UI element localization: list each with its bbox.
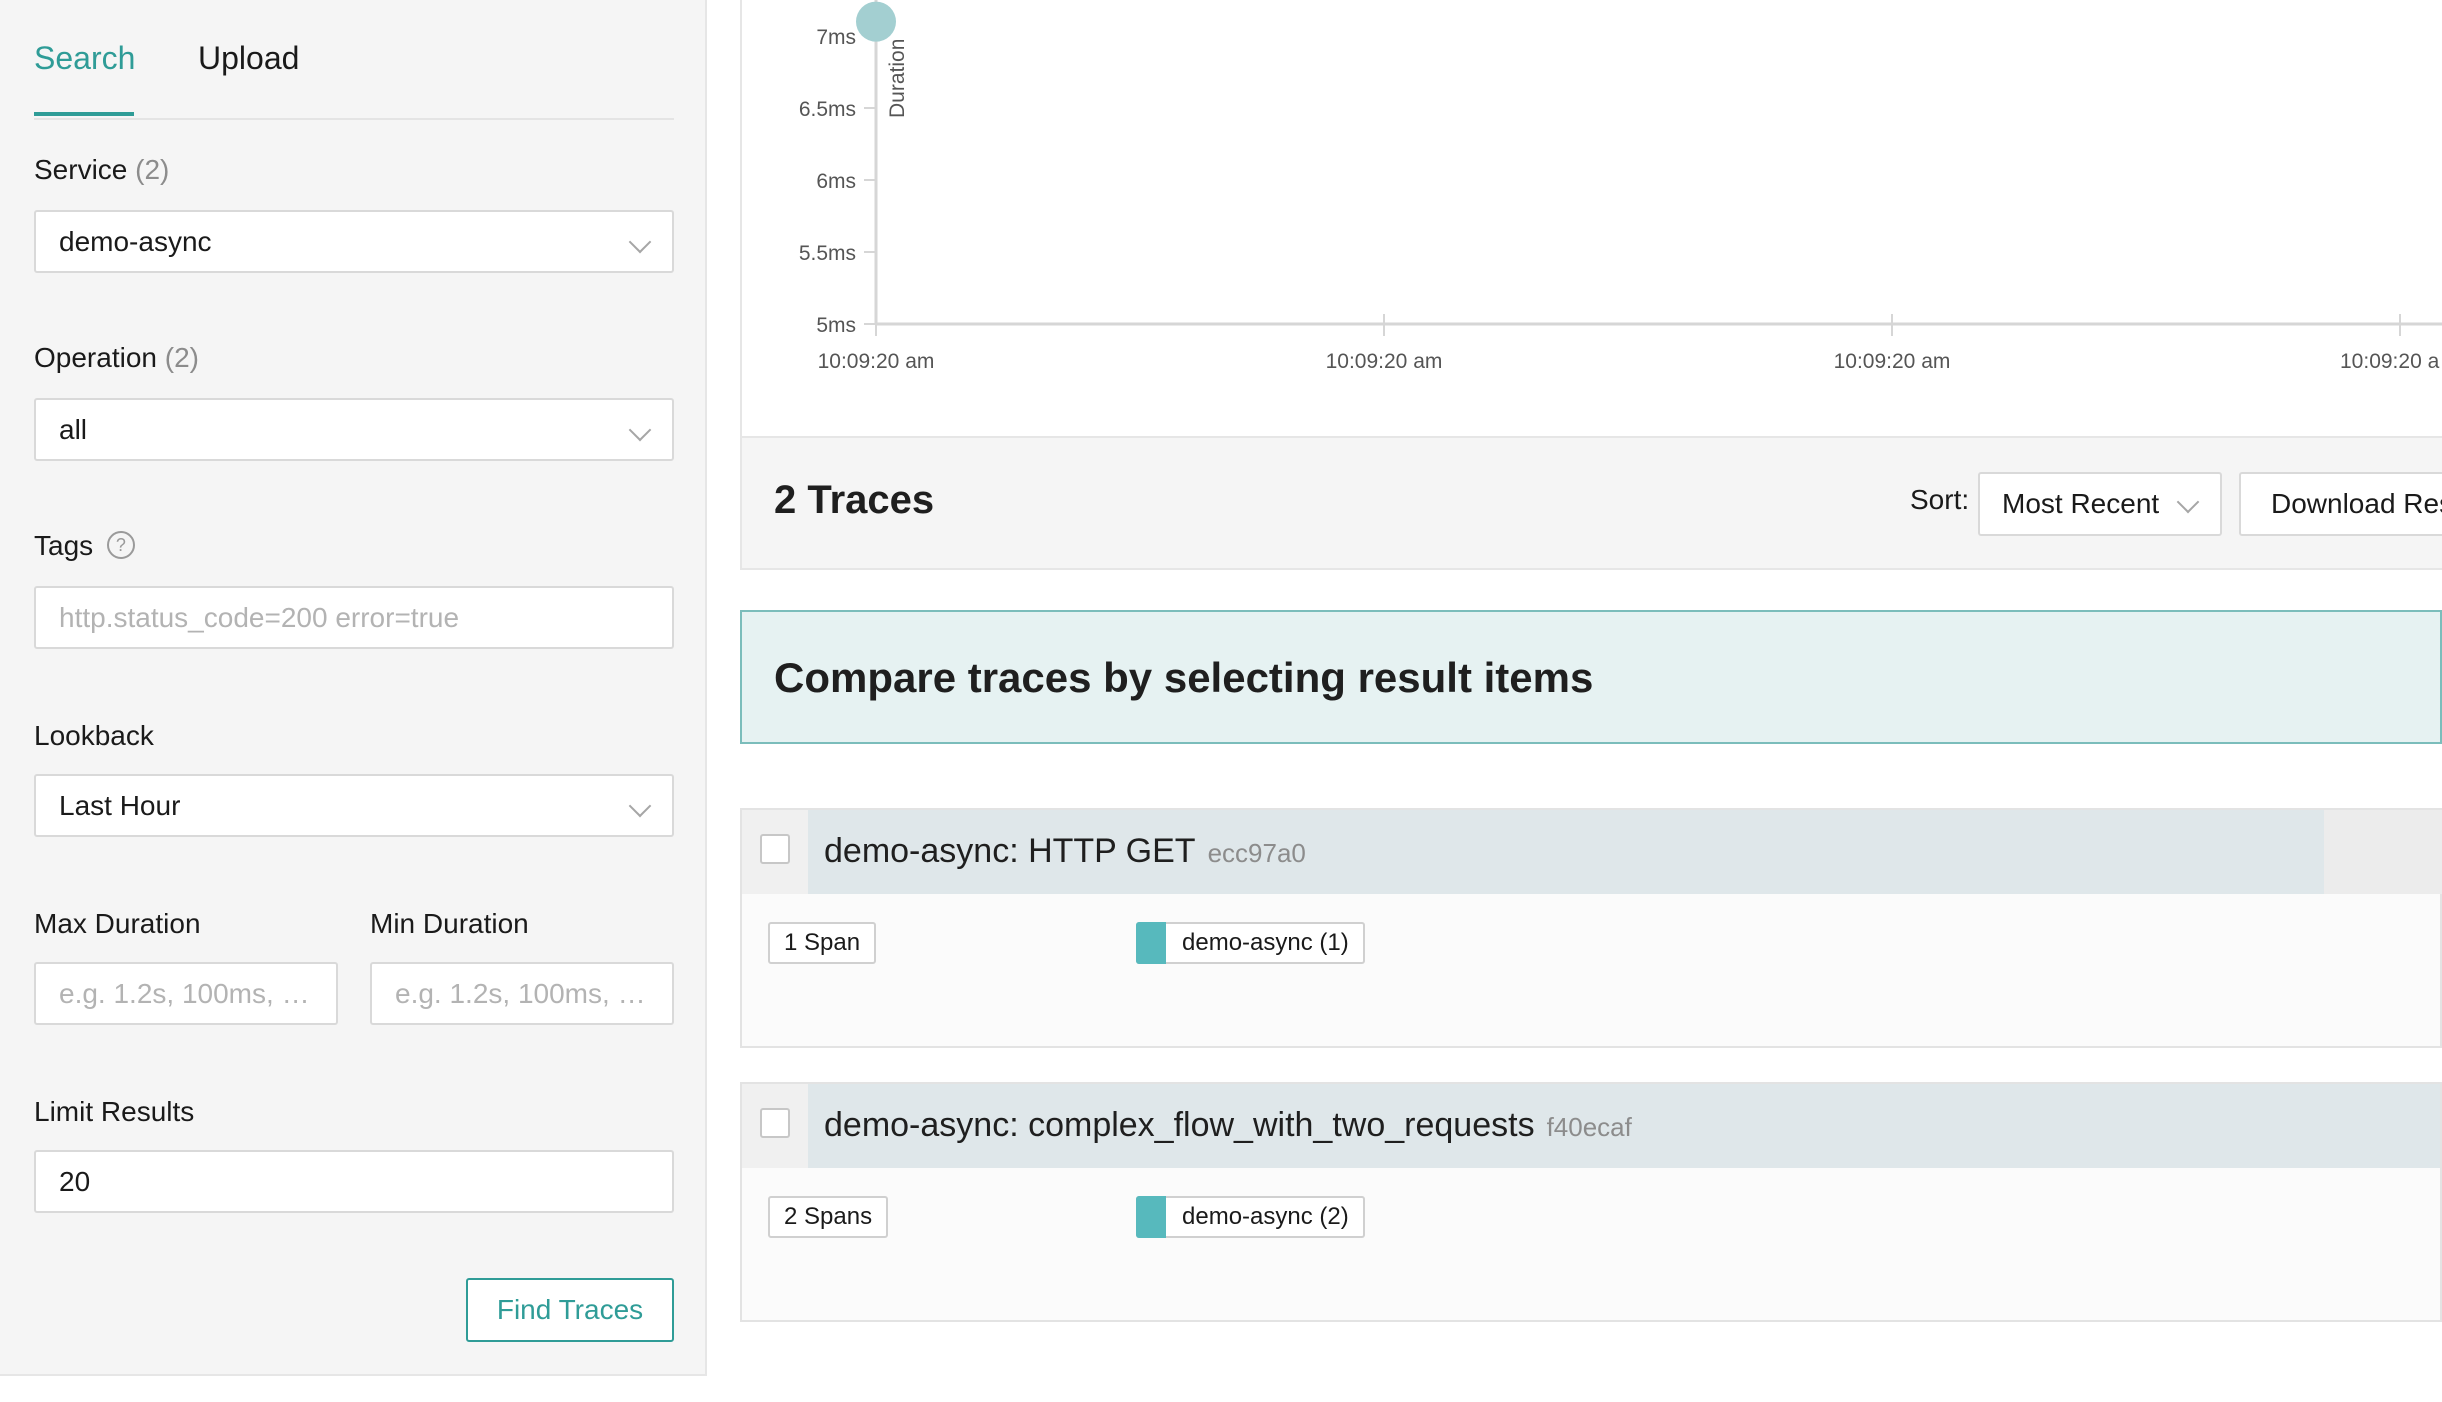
trace-id: ecc97a0: [1207, 838, 1306, 868]
service-select[interactable]: demo-async: [34, 210, 674, 273]
service-badge-text: demo-async (1): [1182, 929, 1349, 956]
trace-title[interactable]: demo-async: HTTP GET ecc97a0: [824, 832, 1306, 871]
chevron-down-icon: [2176, 490, 2200, 514]
min-duration-label: Min Duration: [370, 908, 529, 939]
operation-label-text: Operation: [34, 342, 157, 373]
service-badge-text: demo-async (2): [1182, 1203, 1349, 1230]
y-axis-label: Duration: [886, 39, 909, 118]
tags-label: Tags ?: [34, 530, 135, 562]
data-points: [856, 1, 896, 42]
x-tick-label: 10:09:20 a: [2340, 350, 2440, 373]
limit-results-label: Limit Results: [34, 1096, 195, 1127]
x-tick-label: 10:09:20 am: [1326, 350, 1443, 373]
service-color-swatch: [1136, 1196, 1166, 1238]
min-duration-placeholder: e.g. 1.2s, 100ms, …: [395, 978, 646, 1009]
duration-scatter-chart: 5ms 5.5ms 6ms 6.5ms 7ms 10:09:20 am 10:09:20 …: [740, 0, 2442, 438]
tab-upload[interactable]: Upload: [198, 40, 299, 77]
chevron-down-icon: [628, 794, 652, 818]
tags-label-text: Tags: [34, 530, 94, 561]
service-color-swatch: [1136, 922, 1166, 964]
min-duration-input[interactable]: e.g. 1.2s, 100ms, …: [370, 962, 674, 1025]
trace-checkbox-cell: [742, 810, 808, 894]
scatter-plot-svg: 5ms 5.5ms 6ms 6.5ms 7ms 10:09:20 am 10:09:20 …: [799, 0, 2442, 373]
limit-results-input[interactable]: 20: [34, 1150, 674, 1213]
sort-select-value: Most Recent: [2002, 488, 2160, 519]
max-duration-placeholder: e.g. 1.2s, 100ms, …: [59, 978, 310, 1009]
search-tabs: Search Upload: [34, 0, 674, 120]
find-traces-button[interactable]: Find Traces: [466, 1278, 674, 1342]
trace-result-item: demo-async: HTTP GET ecc97a0 1 Span demo-…: [740, 808, 2442, 1048]
operation-select[interactable]: all: [34, 398, 674, 461]
trace-header[interactable]: demo-async: complex_flow_with_two_reques…: [742, 1084, 2440, 1168]
y-ticks: 5ms 5.5ms 6ms 6.5ms 7ms: [799, 26, 876, 337]
tags-input-placeholder: http.status_code=200 error=true: [59, 602, 460, 633]
service-select-value: demo-async: [59, 226, 212, 257]
y-tick-label: 6.5ms: [799, 98, 856, 121]
trace-header[interactable]: demo-async: HTTP GET ecc97a0: [742, 810, 2442, 894]
operation-label: Operation (2): [34, 342, 199, 374]
operation-select-value: all: [59, 414, 88, 445]
compare-banner-text: Compare traces by selecting result items: [774, 654, 1594, 701]
traces-count-title: 2 Traces: [774, 478, 935, 522]
y-tick-label: 7ms: [816, 26, 856, 49]
service-badge: demo-async (2): [1136, 1196, 1365, 1238]
span-count-badge: 1 Span: [768, 922, 877, 964]
y-tick-label: 5.5ms: [799, 242, 856, 265]
lookback-select-value: Last Hour: [59, 790, 181, 821]
trace-select-checkbox[interactable]: [760, 834, 790, 864]
trace-name-text: demo-async: complex_flow_with_two_reques…: [824, 1106, 1535, 1144]
search-panel: Search Upload Service (2) demo-async Ope…: [0, 0, 707, 1376]
chevron-down-icon: [628, 418, 652, 442]
max-duration-input[interactable]: e.g. 1.2s, 100ms, …: [34, 962, 338, 1025]
compare-banner: Compare traces by selecting result items: [740, 610, 2442, 744]
sort-label: Sort:: [1910, 484, 1970, 515]
x-tick-label: 10:09:20 am: [818, 350, 935, 373]
service-label: Service (2): [34, 154, 169, 186]
trace-name-text: demo-async: HTTP GET: [824, 832, 1196, 870]
trace-checkbox-cell: [742, 1084, 808, 1168]
sort-select[interactable]: Most Recent: [1978, 472, 2222, 536]
operation-count: (2): [164, 342, 199, 373]
lookback-select[interactable]: Last Hour: [34, 774, 674, 837]
download-results-button[interactable]: Download Res: [2239, 472, 2442, 536]
x-tick-label: 10:09:20 am: [1834, 350, 1951, 373]
help-icon[interactable]: ?: [106, 531, 135, 559]
trace-select-checkbox[interactable]: [760, 1108, 790, 1138]
service-label-text: Service: [34, 154, 128, 185]
lookback-label: Lookback: [34, 720, 154, 751]
trace-title[interactable]: demo-async: complex_flow_with_two_reques…: [824, 1106, 1632, 1145]
service-count: (2): [135, 154, 170, 185]
trace-result-item: demo-async: complex_flow_with_two_reques…: [740, 1082, 2442, 1322]
tab-search[interactable]: Search: [34, 40, 135, 77]
limit-results-value: 20: [59, 1166, 91, 1197]
trace-point[interactable]: [856, 1, 896, 42]
span-count-badge: 2 Spans: [768, 1196, 889, 1238]
results-header: 2 Traces Sort: Most Recent Download Res: [740, 438, 2442, 570]
trace-id: f40ecaf: [1546, 1112, 1632, 1142]
max-duration-label: Max Duration: [34, 908, 201, 939]
y-tick-label: 6ms: [816, 170, 856, 193]
trace-duration-cell: [2324, 810, 2442, 894]
chevron-down-icon: [628, 230, 652, 254]
service-badge: demo-async (1): [1136, 922, 1365, 964]
tags-input[interactable]: http.status_code=200 error=true: [34, 586, 674, 649]
y-tick-label: 5ms: [816, 314, 856, 337]
active-tab-indicator: [34, 112, 134, 116]
